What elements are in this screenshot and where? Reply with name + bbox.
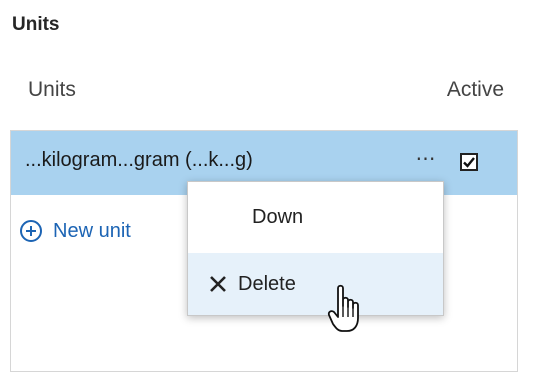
plus-circle-icon bbox=[20, 220, 42, 242]
more-options-button[interactable]: ⋯ bbox=[409, 145, 443, 175]
unit-name: ...kilogram...gram (...k...g) bbox=[25, 149, 253, 171]
checkmark-icon bbox=[463, 157, 475, 168]
menu-item-delete[interactable]: Delete bbox=[188, 253, 443, 315]
column-header-active: Active bbox=[446, 78, 504, 101]
context-menu: Down Delete bbox=[187, 181, 444, 316]
active-checkbox[interactable] bbox=[460, 153, 478, 171]
menu-item-label: Delete bbox=[238, 272, 296, 295]
section-title: Units bbox=[12, 14, 60, 35]
new-unit-button[interactable]: New unit bbox=[19, 219, 131, 243]
menu-item-label: Down bbox=[252, 205, 304, 228]
close-icon bbox=[210, 276, 226, 292]
column-header-units: Units bbox=[28, 78, 76, 101]
hand-pointer-icon bbox=[327, 284, 359, 332]
menu-item-down[interactable]: Down bbox=[188, 186, 443, 248]
new-unit-label: New unit bbox=[53, 219, 131, 242]
